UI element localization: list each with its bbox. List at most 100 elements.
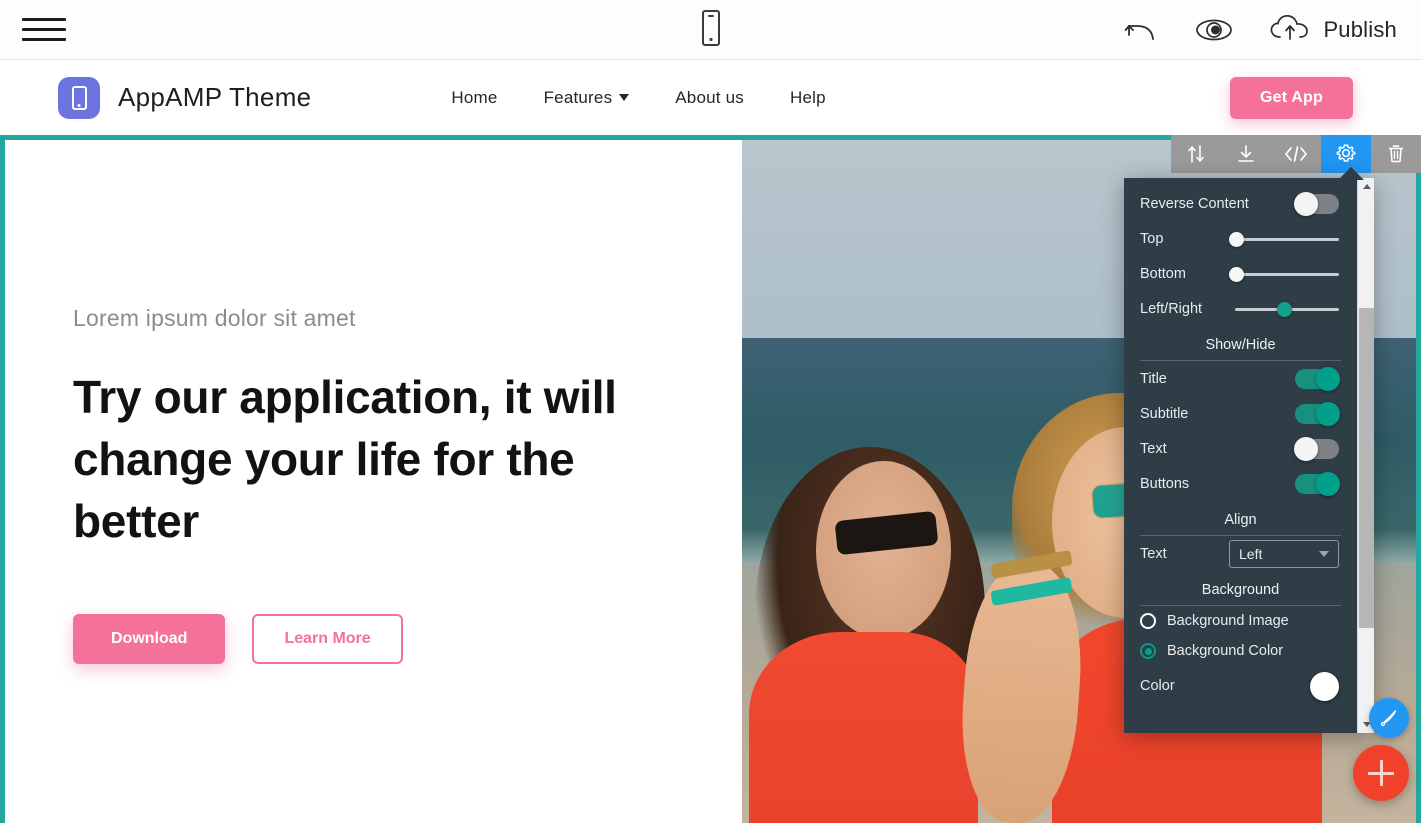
- slider-thumb[interactable]: [1277, 301, 1292, 317]
- triangle-up: [1362, 184, 1371, 189]
- mobile-phone-logo-icon: [58, 76, 100, 119]
- setting-label: Left/Right: [1140, 300, 1203, 317]
- slider-thumb[interactable]: [1229, 266, 1244, 282]
- setting-text-align[interactable]: Text Left: [1124, 536, 1357, 571]
- pen-style-editor-icon[interactable]: [1369, 698, 1409, 738]
- toggle-knob: [1294, 436, 1318, 461]
- text-align-value: Left: [1239, 545, 1263, 562]
- site-nav: Home Features About us Help: [451, 88, 825, 108]
- setting-background-color[interactable]: Color: [1124, 666, 1357, 706]
- publish-label: Publish: [1323, 17, 1397, 42]
- title-toggle[interactable]: [1295, 366, 1340, 391]
- hamburger-line: [22, 28, 66, 31]
- setting-label: Text: [1140, 545, 1167, 562]
- toggle-knob: [1316, 471, 1340, 496]
- settings-panel-body: Reverse Content Top Bottom Left/Right Sh…: [1124, 178, 1357, 733]
- editor-app: Publish AppAMP Theme Home Features About…: [0, 0, 1421, 823]
- toggle-knob: [1316, 366, 1340, 391]
- text-align-select[interactable]: Left: [1229, 539, 1339, 568]
- plus-add-block-icon[interactable]: [1353, 745, 1409, 801]
- download-button[interactable]: Download: [73, 614, 226, 665]
- nav-item-about-us[interactable]: About us: [675, 88, 744, 108]
- setting-show-subtitle[interactable]: Subtitle: [1124, 396, 1357, 431]
- move-section-icon[interactable]: [1171, 135, 1221, 173]
- panel-pointer-arrow: [1338, 167, 1364, 180]
- setting-label: Buttons: [1140, 475, 1190, 492]
- photo-person-left-body: [748, 631, 978, 823]
- nav-item-label: Help: [789, 87, 826, 107]
- radio-button-icon: [1140, 613, 1156, 629]
- setting-reverse-content[interactable]: Reverse Content: [1124, 186, 1357, 221]
- phone-glyph: [71, 85, 87, 110]
- trash-delete-icon[interactable]: [1371, 135, 1421, 173]
- radio-background-image[interactable]: Background Image: [1124, 606, 1357, 636]
- section-settings-panel: Reverse Content Top Bottom Left/Right Sh…: [1124, 178, 1374, 733]
- slider-track: [1229, 237, 1339, 241]
- nav-item-label: Features: [543, 87, 613, 107]
- radio-label: Background Image: [1167, 613, 1289, 629]
- setting-label: Subtitle: [1140, 405, 1189, 422]
- code-editor-icon[interactable]: [1271, 135, 1321, 173]
- background-heading: Background: [1140, 571, 1341, 606]
- chevron-down-icon: [1319, 550, 1329, 557]
- radio-label: Background Color: [1167, 643, 1284, 659]
- top-padding-slider[interactable]: [1229, 228, 1339, 250]
- setting-top-padding[interactable]: Top: [1124, 221, 1357, 256]
- cloud-upload-icon: [1269, 13, 1313, 48]
- editor-top-bar: Publish: [0, 0, 1421, 60]
- show-hide-heading: Show/Hide: [1140, 326, 1341, 361]
- text-toggle[interactable]: [1294, 436, 1339, 461]
- left-right-padding-slider[interactable]: [1229, 298, 1339, 320]
- brand-name: AppAMP Theme: [118, 82, 312, 112]
- undo-arrow-icon[interactable]: [1123, 17, 1159, 43]
- nav-item-features[interactable]: Features: [544, 88, 630, 108]
- hero-buttons: Download Learn More: [73, 614, 682, 665]
- mobile-device-preview-icon[interactable]: [698, 9, 724, 52]
- setting-left-right-padding[interactable]: Left/Right: [1124, 291, 1357, 326]
- brand[interactable]: AppAMP Theme: [58, 76, 312, 119]
- nav-item-label: Home: [451, 87, 498, 107]
- hero-text-column: Lorem ipsum dolor sit amet Try our appli…: [5, 140, 742, 823]
- setting-show-buttons[interactable]: Buttons: [1124, 466, 1357, 501]
- plus-vertical: [1379, 760, 1383, 786]
- download-icon[interactable]: [1221, 135, 1271, 173]
- setting-label: Top: [1140, 230, 1164, 247]
- hero-title: Try our application, it will change your…: [73, 371, 617, 548]
- setting-label: Title: [1140, 370, 1167, 387]
- nav-item-home[interactable]: Home: [451, 88, 497, 108]
- chevron-down-icon: [619, 94, 630, 101]
- learn-more-button[interactable]: Learn More: [252, 614, 403, 665]
- section-toolbar: [1171, 135, 1421, 173]
- nav-item-help[interactable]: Help: [790, 88, 826, 108]
- nav-item-label: About us: [675, 87, 744, 107]
- slider-thumb[interactable]: [1229, 231, 1244, 247]
- radio-button-selected-icon: [1140, 643, 1156, 659]
- buttons-toggle[interactable]: [1295, 471, 1340, 496]
- toggle-knob: [1294, 191, 1318, 216]
- slider-track: [1229, 272, 1339, 276]
- editor-bar-actions: Publish: [1123, 0, 1397, 60]
- scrollbar-thumb[interactable]: [1359, 308, 1374, 628]
- site-preview-header: AppAMP Theme Home Features About us Help…: [0, 60, 1421, 135]
- hamburger-menu-icon[interactable]: [22, 15, 66, 45]
- bottom-padding-slider[interactable]: [1229, 263, 1339, 285]
- hamburger-line: [22, 38, 66, 41]
- panel-scrollbar[interactable]: [1357, 178, 1374, 733]
- reverse-content-toggle[interactable]: [1294, 191, 1339, 216]
- setting-show-title[interactable]: Title: [1124, 361, 1357, 396]
- eye-preview-icon[interactable]: [1193, 17, 1235, 43]
- publish-button[interactable]: Publish: [1269, 13, 1397, 48]
- setting-label: Bottom: [1140, 265, 1186, 282]
- radio-background-color[interactable]: Background Color: [1124, 636, 1357, 666]
- color-swatch-button[interactable]: [1310, 671, 1339, 701]
- subtitle-toggle[interactable]: [1295, 401, 1340, 426]
- get-app-button[interactable]: Get App: [1229, 76, 1353, 119]
- setting-bottom-padding[interactable]: Bottom: [1124, 256, 1357, 291]
- setting-label: Reverse Content: [1140, 195, 1249, 212]
- toggle-knob: [1316, 401, 1340, 426]
- hero-subtitle: Lorem ipsum dolor sit amet: [73, 305, 356, 331]
- setting-label: Text: [1140, 440, 1167, 457]
- align-heading: Align: [1140, 501, 1341, 536]
- setting-show-text[interactable]: Text: [1124, 431, 1357, 466]
- scroll-up-arrow-icon[interactable]: [1358, 178, 1374, 195]
